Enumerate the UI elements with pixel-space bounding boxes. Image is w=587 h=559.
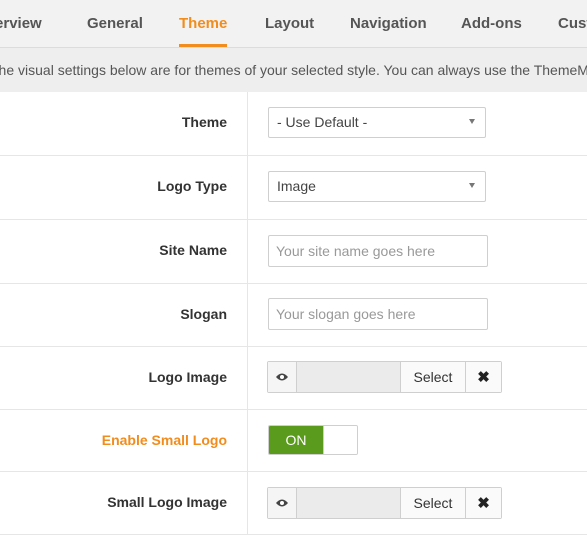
site-name-label: Site Name (159, 242, 227, 258)
tab-layout[interactable]: Layout (265, 0, 314, 47)
row-logo-type: Logo Type Image (0, 156, 587, 220)
close-icon[interactable]: ✖ (466, 362, 501, 392)
tab-theme[interactable]: Theme (179, 0, 228, 47)
logo-image-label: Logo Image (148, 369, 227, 385)
theme-select-value: - Use Default - (277, 114, 368, 130)
column-divider (247, 92, 248, 155)
small-logo-image-select-button[interactable]: Select (401, 488, 466, 518)
slogan-label: Slogan (180, 306, 227, 322)
column-divider (247, 156, 248, 219)
column-divider (247, 410, 248, 471)
column-divider (247, 284, 248, 346)
column-divider (247, 472, 248, 534)
row-enable-small-logo: Enable Small Logo ON (0, 410, 587, 472)
slogan-input[interactable] (268, 298, 488, 330)
tab-navigation[interactable]: Navigation (350, 0, 427, 47)
enable-small-logo-toggle[interactable]: ON (268, 425, 358, 455)
theme-select[interactable]: - Use Default - (268, 107, 486, 138)
small-logo-image-path-field[interactable] (297, 488, 401, 518)
row-slogan: Slogan (0, 284, 587, 347)
logo-image-path-field[interactable] (297, 362, 401, 392)
logo-image-picker: Select ✖ (267, 361, 502, 393)
close-icon[interactable]: ✖ (466, 488, 501, 518)
info-banner: The visual settings below are for themes… (0, 48, 587, 92)
caret-down-icon (469, 119, 475, 124)
row-logo-image: Logo Image Select ✖ (0, 347, 587, 410)
site-name-input[interactable] (268, 235, 488, 267)
small-logo-image-preview-button[interactable] (268, 488, 297, 518)
row-site-name: Site Name (0, 220, 587, 284)
tab-addons[interactable]: Add-ons (461, 0, 522, 47)
tab-custom[interactable]: Custom (558, 0, 587, 47)
row-small-logo-image: Small Logo Image Select ✖ (0, 472, 587, 535)
info-text: The visual settings below are for themes… (0, 62, 587, 78)
tab-overview[interactable]: Overview (0, 0, 42, 47)
toggle-on-label: ON (269, 426, 323, 454)
row-theme: Theme - Use Default - (0, 92, 587, 156)
logo-type-select-value: Image (277, 178, 316, 194)
column-divider (247, 347, 248, 409)
toggle-knob (323, 426, 357, 454)
tab-bar: Overview General Theme Layout Navigation… (0, 0, 587, 48)
enable-small-logo-label: Enable Small Logo (101, 432, 227, 448)
small-logo-image-label: Small Logo Image (107, 494, 227, 510)
logo-image-preview-button[interactable] (268, 362, 297, 392)
small-logo-image-picker: Select ✖ (267, 487, 502, 519)
logo-image-select-button[interactable]: Select (401, 362, 466, 392)
theme-label: Theme (181, 114, 227, 130)
tab-general[interactable]: General (87, 0, 143, 47)
logo-type-label: Logo Type (157, 178, 227, 194)
logo-type-select[interactable]: Image (268, 171, 486, 202)
eye-icon (276, 499, 288, 507)
settings-form: Theme - Use Default - Logo Type Image Si… (0, 92, 587, 535)
column-divider (247, 220, 248, 283)
eye-icon (276, 373, 288, 381)
caret-down-icon (469, 183, 475, 188)
